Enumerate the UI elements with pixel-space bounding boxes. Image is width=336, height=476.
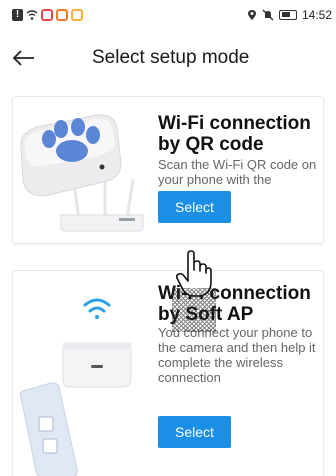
mode-description: You connect your phone to the camera and… <box>158 325 316 385</box>
status-left-icons: ! <box>12 9 83 21</box>
phone-camera-illustration <box>19 298 132 476</box>
header: Select setup mode <box>0 38 336 78</box>
mute-icon <box>262 9 274 21</box>
back-button[interactable] <box>10 44 38 72</box>
select-qr-button[interactable]: Select <box>158 191 231 223</box>
app-icon-orange <box>56 9 68 21</box>
busy-cursor-overlay <box>172 288 216 332</box>
page-title: Select setup mode <box>92 47 250 68</box>
notification-icon: ! <box>12 9 23 21</box>
battery-icon <box>278 10 297 20</box>
arrow-left-icon <box>12 50 34 66</box>
location-icon <box>247 10 256 20</box>
mode-title: Wi-Fi connection by QR code <box>158 113 311 155</box>
status-bar: ! 14:52 <box>0 0 336 32</box>
status-time: 14:52 <box>301 8 332 22</box>
select-softap-button[interactable]: Select <box>158 416 231 448</box>
mode-card-softap[interactable]: Wi-Fi connection by Soft AP You connect … <box>12 270 324 476</box>
wifi-icon <box>26 10 38 20</box>
status-right-icons: 14:52 <box>247 8 332 22</box>
mode-card-qr[interactable]: Wi-Fi connection by QR code Scan the Wi-… <box>12 96 324 244</box>
app-icon-yellow <box>71 9 83 21</box>
app-icon-red <box>41 9 53 21</box>
camera-router-illustration <box>20 114 144 232</box>
